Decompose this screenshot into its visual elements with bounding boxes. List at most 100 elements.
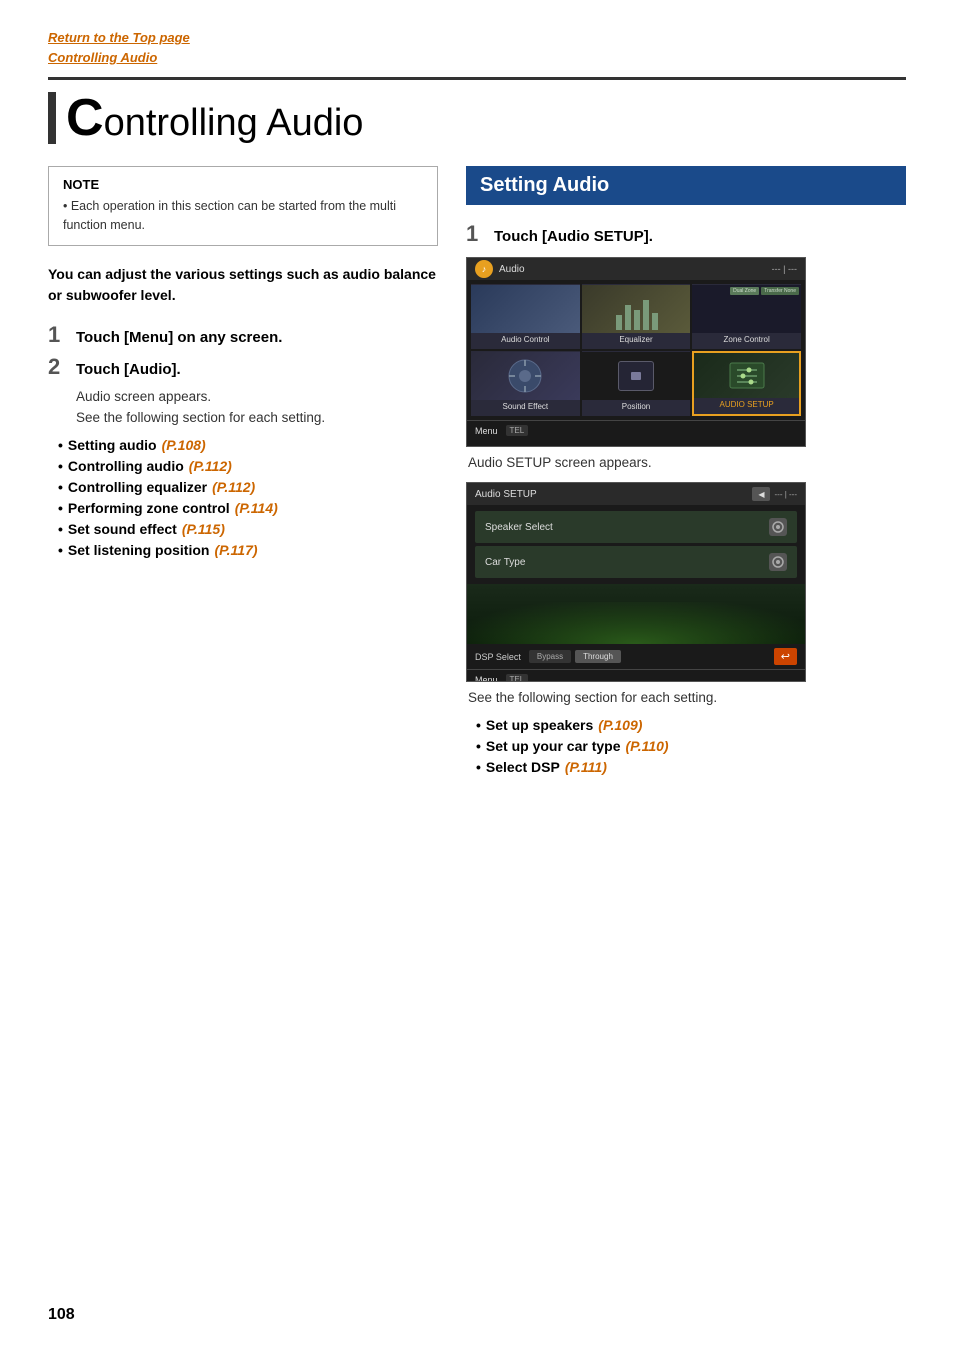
screen2-rows: Speaker Select Car Type — [467, 505, 805, 584]
step-2-sub1: Audio screen appears. See the following … — [76, 386, 438, 429]
right-bullet-list: Set up speakers (P.109) Set up your car … — [476, 717, 906, 775]
step-1: 1 Touch [Menu] on any screen. — [48, 322, 438, 348]
screen1-label-sound-effect: Sound Effect — [502, 402, 548, 411]
bullet-link[interactable]: (P.112) — [189, 458, 232, 474]
step-2-number: 2 — [48, 354, 66, 380]
screen2-bypass-btn[interactable]: Bypass — [529, 650, 571, 663]
right-bullet-dsp: Select DSP (P.111) — [476, 759, 906, 775]
bullet-listening-position: Set listening position (P.117) — [58, 542, 438, 558]
screen1-audio-icon: ♪ — [475, 260, 493, 278]
screen1-top-bar: ♪ Audio --- | --- — [467, 258, 805, 280]
right-column: Setting Audio 1 Touch [Audio SETUP]. ♪ A… — [466, 166, 906, 780]
screen2-title: Audio SETUP — [475, 489, 537, 500]
right-bullet-speakers: Set up speakers (P.109) — [476, 717, 906, 733]
bullet-controlling-equalizer: Controlling equalizer (P.112) — [58, 479, 438, 495]
screen1-cell-sound-effect: Sound Effect — [471, 351, 580, 416]
screen1-label-audio-control: Audio Control — [501, 335, 549, 344]
bullet-link[interactable]: (P.117) — [214, 542, 257, 558]
intro-text: You can adjust the various settings such… — [48, 264, 438, 306]
screen2-top-right: ◀ --- | --- — [752, 487, 797, 501]
breadcrumb-area: Return to the Top page Controlling Audio — [48, 28, 906, 67]
page-number: 108 — [48, 1306, 75, 1324]
right-bullet-link[interactable]: (P.110) — [626, 738, 669, 754]
two-col-layout: NOTE • Each operation in this section ca… — [48, 166, 906, 780]
bullet-link[interactable]: (P.114) — [235, 500, 278, 516]
right-step-1-num: 1 — [466, 221, 484, 247]
screen2-return-btn[interactable]: ↩ — [774, 648, 797, 665]
bullet-setting-audio: Setting audio (P.108) — [58, 437, 438, 453]
screen2-row-cartype-icon — [769, 553, 787, 571]
left-column: NOTE • Each operation in this section ca… — [48, 166, 438, 563]
step-2: 2 Touch [Audio]. — [48, 354, 438, 380]
right-bullet-link[interactable]: (P.111) — [565, 759, 607, 775]
page-title: Controlling Audio — [66, 92, 363, 144]
bullet-zone-control: Performing zone control (P.114) — [58, 500, 438, 516]
screen2-through-btn[interactable]: Through — [575, 650, 621, 663]
screen1-label-position: Position — [622, 402, 650, 411]
screen1-cell-zone-control: Dual Zone Transfer None Zone Control — [692, 284, 801, 349]
screen1-grid: Audio Control Equalizer — [467, 280, 805, 420]
screen2-dsp-label: DSP Select — [475, 652, 521, 662]
page-title-area: Controlling Audio — [48, 77, 906, 144]
screen1-cell-audio-control: Audio Control — [471, 284, 580, 349]
note-title: NOTE — [63, 177, 423, 192]
left-bullet-list: Setting audio (P.108) Controlling audio … — [58, 437, 438, 558]
screen1-label-equalizer: Equalizer — [619, 335, 652, 344]
bullet-text: Setting audio — [68, 437, 157, 453]
breadcrumb-current-link[interactable]: Controlling Audio — [48, 48, 906, 68]
screen2-row-speaker-icon — [769, 518, 787, 536]
bullet-link[interactable]: (P.112) — [212, 479, 255, 495]
screen2-top-bar: Audio SETUP ◀ --- | --- — [467, 483, 805, 505]
screen1-cell-audio-setup: AUDIO SETUP — [692, 351, 801, 416]
screen2-spacer — [467, 584, 805, 644]
page-title-first-letter: C — [66, 89, 104, 147]
following-text: See the following section for each setti… — [466, 690, 906, 705]
right-bullet-text: Select DSP — [486, 759, 560, 775]
right-bullet-link[interactable]: (P.109) — [598, 717, 642, 733]
bullet-text: Set sound effect — [68, 521, 177, 537]
bullet-text: Controlling audio — [68, 458, 184, 474]
bullet-text: Controlling equalizer — [68, 479, 207, 495]
page-container: Return to the Top page Controlling Audio… — [0, 0, 954, 1354]
screen1-cell-equalizer: Equalizer — [582, 284, 691, 349]
screen2-row-cartype: Car Type — [475, 546, 797, 578]
screen1-audio-label: Audio — [499, 264, 525, 275]
breadcrumb-return-link[interactable]: Return to the Top page — [48, 28, 906, 48]
bullet-controlling-audio: Controlling audio (P.112) — [58, 458, 438, 474]
screen2-row-speaker-label: Speaker Select — [485, 522, 553, 533]
step-1-label: Touch [Menu] on any screen. — [76, 329, 282, 346]
bullet-text: Performing zone control — [68, 500, 230, 516]
right-bullet-cartype: Set up your car type (P.110) — [476, 738, 906, 754]
screen2-glow — [467, 602, 805, 644]
page-title-rest: ontrolling Audio — [104, 102, 364, 144]
screen2-row-cartype-label: Car Type — [485, 557, 525, 568]
screen1-top-right: --- | --- — [772, 264, 797, 274]
screen2-image: Audio SETUP ◀ --- | --- Speaker Select — [466, 482, 806, 682]
section-header: Setting Audio — [466, 166, 906, 205]
screen2-menu-label: Menu — [475, 675, 498, 683]
right-bullet-text: Set up your car type — [486, 738, 621, 754]
screen2-menu-bar: Menu TEL — [467, 669, 805, 682]
bullet-link[interactable]: (P.108) — [162, 437, 206, 453]
right-bullet-text: Set up speakers — [486, 717, 593, 733]
title-bar-decoration — [48, 92, 56, 144]
screen1-cell-position: Position — [582, 351, 691, 416]
screen1-tel-label: TEL — [506, 425, 529, 436]
screen1-menu-label: Menu — [475, 426, 498, 436]
screen2-row-speaker: Speaker Select — [475, 511, 797, 543]
bullet-link[interactable]: (P.115) — [182, 521, 225, 537]
step-1-number: 1 — [48, 322, 66, 348]
screen2-bottom-bar: DSP Select Bypass Through ↩ — [467, 644, 805, 669]
screen2-tel-label: TEL — [506, 674, 529, 682]
note-text: • Each operation in this section can be … — [63, 197, 423, 235]
screen1-menu-bar: Menu TEL — [467, 420, 805, 440]
screen1-caption: Audio SETUP screen appears. — [466, 455, 906, 470]
note-box: NOTE • Each operation in this section ca… — [48, 166, 438, 246]
bullet-sound-effect: Set sound effect (P.115) — [58, 521, 438, 537]
right-step-1: 1 Touch [Audio SETUP]. — [466, 221, 906, 247]
bullet-text: Set listening position — [68, 542, 210, 558]
screen1-label-audio-setup: AUDIO SETUP — [720, 400, 774, 409]
step-2-label: Touch [Audio]. — [76, 361, 181, 378]
right-step-1-label: Touch [Audio SETUP]. — [494, 228, 653, 245]
screen1-label-zone-control: Zone Control — [724, 335, 770, 344]
